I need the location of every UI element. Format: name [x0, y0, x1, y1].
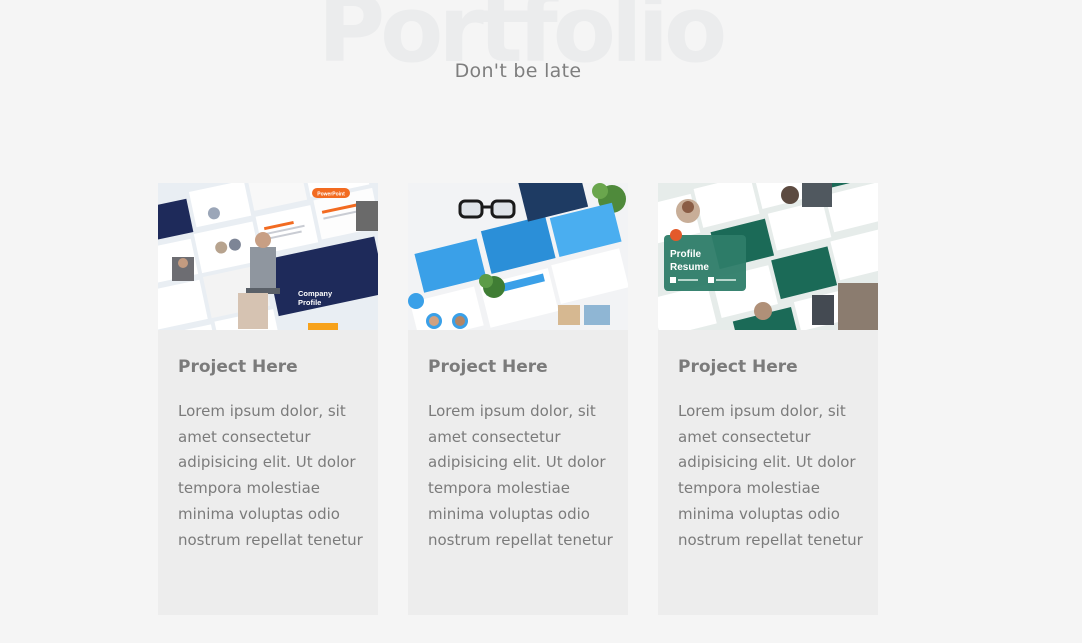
- thumbnail-title-line1: Profile: [670, 249, 702, 260]
- project-thumbnail-company-profile[interactable]: PowerPoint Company Profile: [158, 183, 378, 330]
- section-subtitle: Don't be late: [454, 60, 582, 82]
- project-title: Project Here: [678, 357, 798, 377]
- project-description: Lorem ipsum dolor, sit amet consectetur …: [428, 402, 613, 549]
- project-title: Project Here: [178, 357, 298, 377]
- project-description: Lorem ipsum dolor, sit amet consectetur …: [678, 402, 863, 549]
- portfolio-card[interactable]: Project Here Lorem ipsum dolor, sit amet…: [408, 183, 628, 615]
- project-thumbnail-profile-resume[interactable]: Profile Resume: [658, 183, 878, 330]
- project-title: Project Here: [428, 357, 548, 377]
- project-thumbnail-blue-presentation[interactable]: [408, 183, 628, 330]
- thumbnail-title-line2: Profile: [298, 298, 321, 307]
- project-description: Lorem ipsum dolor, sit amet consectetur …: [178, 402, 363, 549]
- thumbnail-title-line1: Company: [298, 289, 333, 298]
- portfolio-card[interactable]: PowerPoint Company Profile Project Here …: [158, 183, 378, 615]
- portfolio-card[interactable]: Profile Resume Project Here Lorem ipsum …: [658, 183, 878, 615]
- thumbnail-title-line2: Resume: [670, 262, 709, 273]
- thumbnail-badge: PowerPoint: [317, 192, 345, 198]
- portfolio-section: Portfolio Don't be late PowerPoint Compa…: [0, 0, 1082, 643]
